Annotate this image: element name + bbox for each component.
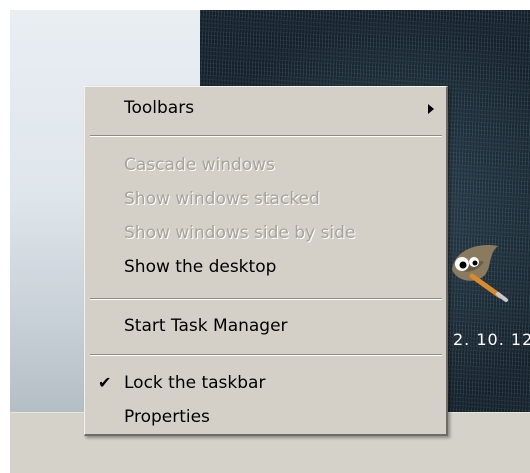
menu-item-show-windows-stacked: Show windows stacked	[88, 183, 444, 215]
menu-item-toolbars[interactable]: Toolbars	[88, 92, 444, 124]
menu-item-cascade-windows: Cascade windows	[88, 149, 444, 181]
menu-item-label: Start Task Manager	[124, 316, 288, 336]
submenu-arrow-icon	[428, 104, 434, 114]
taskbar-context-menu: Toolbars Cascade windows Show windows st…	[84, 86, 448, 436]
menu-item-properties[interactable]: Properties	[88, 401, 444, 433]
menu-item-show-desktop[interactable]: Show the desktop	[88, 251, 444, 283]
menu-separator	[90, 135, 442, 137]
menu-item-label: Cascade windows	[124, 155, 275, 175]
menu-item-show-windows-side-by-side: Show windows side by side	[88, 217, 444, 249]
menu-item-label: Show windows stacked	[124, 189, 320, 209]
menu-item-start-task-manager[interactable]: Start Task Manager	[88, 310, 444, 342]
menu-item-label: Show the desktop	[124, 257, 277, 277]
desktop-icon-label: 2. 10. 12	[453, 330, 530, 349]
menu-item-label: Toolbars	[124, 98, 195, 118]
menu-item-label: Show windows side by side	[124, 223, 356, 243]
gimp-icon[interactable]	[448, 240, 510, 302]
menu-item-label: Lock the taskbar	[124, 373, 266, 393]
checkmark-icon: ✔	[98, 373, 112, 392]
menu-item-lock-taskbar[interactable]: ✔ Lock the taskbar	[88, 367, 444, 399]
menu-item-label: Properties	[124, 407, 210, 427]
menu-separator	[90, 354, 442, 356]
menu-separator	[90, 298, 442, 300]
